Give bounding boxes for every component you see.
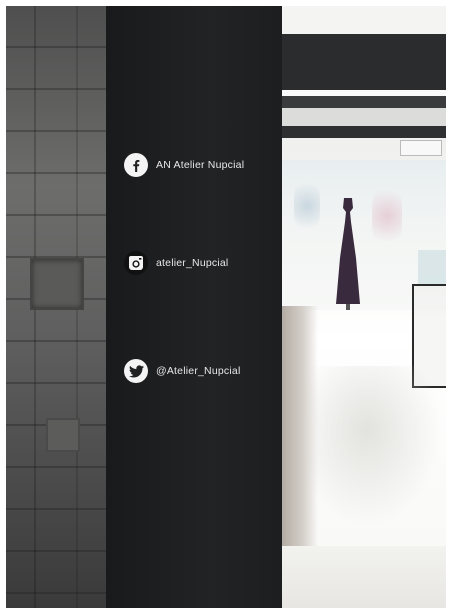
twitter-handle: @Atelier_Nupcial bbox=[156, 365, 241, 377]
air-conditioner bbox=[400, 140, 442, 156]
twitter-icon bbox=[124, 359, 148, 383]
wall-plate bbox=[46, 418, 80, 452]
instagram-icon bbox=[124, 251, 148, 275]
ceiling-light bbox=[282, 108, 446, 126]
instagram-label: atelier_Nupcial bbox=[124, 251, 228, 275]
decoration bbox=[294, 176, 320, 236]
decoration bbox=[372, 181, 402, 251]
black-column bbox=[106, 6, 282, 608]
ceiling bbox=[282, 6, 446, 34]
instagram-handle: atelier_Nupcial bbox=[156, 257, 229, 269]
counter bbox=[418, 250, 446, 284]
twitter-label: @Atelier_Nupcial bbox=[124, 359, 240, 383]
store-interior bbox=[282, 6, 446, 608]
floor bbox=[282, 546, 446, 608]
ceiling-beam bbox=[282, 34, 446, 90]
stone-wall bbox=[6, 6, 106, 608]
facebook-icon bbox=[124, 153, 148, 177]
ceiling-beam bbox=[282, 96, 446, 108]
facebook-handle: AN Atelier Nupcial bbox=[156, 159, 245, 171]
ceiling-beam bbox=[282, 126, 446, 138]
store-photo: AN Atelier Nupcial atelier_Nupcial @Atel… bbox=[6, 6, 446, 608]
dress-on-mannequin bbox=[336, 198, 360, 310]
wall-plate bbox=[30, 258, 84, 310]
facebook-label: AN Atelier Nupcial bbox=[124, 153, 244, 177]
